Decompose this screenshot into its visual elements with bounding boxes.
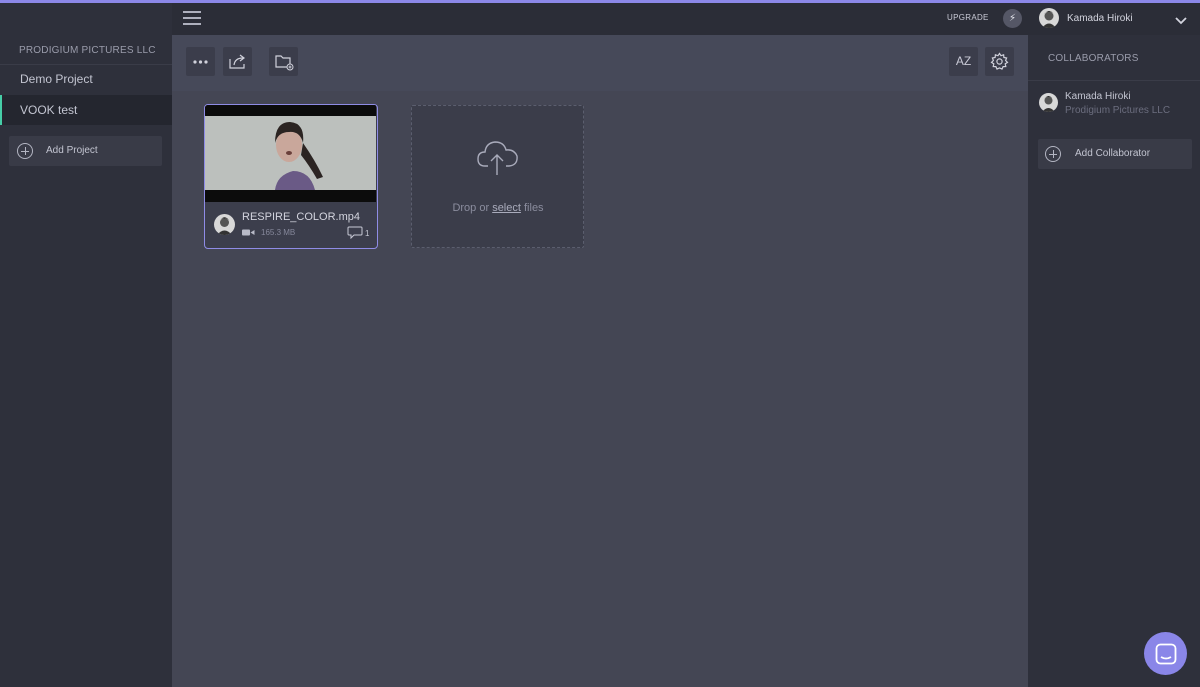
more-button[interactable] (186, 47, 215, 76)
more-icon (193, 60, 208, 64)
add-project-label: Add Project (46, 145, 98, 156)
dropzone-text: Drop or select files (412, 202, 584, 214)
chat-icon (1155, 643, 1177, 665)
share-icon (229, 54, 245, 69)
file-card[interactable]: RESPIRE_COLOR.mp4 165.3 MB 1 (204, 104, 378, 249)
new-folder-button[interactable] (269, 47, 298, 76)
divider (1028, 80, 1200, 81)
comment-count: 1 (365, 229, 370, 238)
collaborator-org: Prodigium Pictures LLC (1065, 105, 1171, 116)
bolt-icon[interactable]: ⚡︎ (1003, 9, 1022, 28)
add-collaborator-button[interactable]: Add Collaborator (1038, 139, 1192, 169)
sidebar-item-vook-test[interactable]: VOOK test (0, 95, 172, 125)
comment-icon[interactable] (347, 226, 363, 239)
plus-circle-icon (1045, 146, 1061, 162)
select-files-link[interactable]: select (492, 202, 521, 214)
team-name: PRODIGIUM PICTURES LLC (19, 45, 156, 56)
file-size: 165.3 MB (261, 228, 296, 237)
upgrade-link[interactable]: UPGRADE (947, 13, 989, 22)
sidebar-item-demo-project[interactable]: Demo Project (0, 64, 172, 94)
collaborators-title: COLLABORATORS (1048, 53, 1139, 64)
collaborator-name: Kamada Hiroki (1065, 91, 1131, 102)
cloud-upload-icon (477, 141, 518, 175)
avatar (1039, 93, 1058, 112)
plus-circle-icon (17, 143, 33, 159)
dropzone-suffix: files (524, 202, 544, 214)
upload-dropzone[interactable]: Drop or select files (411, 105, 584, 248)
menu-icon[interactable] (183, 11, 201, 25)
avatar[interactable] (1039, 8, 1059, 28)
gear-icon (990, 52, 1009, 70)
share-button[interactable] (223, 47, 252, 76)
chat-launcher-button[interactable] (1144, 632, 1187, 675)
user-name[interactable]: Kamada Hiroki (1067, 13, 1133, 24)
top-bar: UPGRADE ⚡︎ Kamada Hiroki (172, 3, 1200, 35)
settings-button[interactable] (985, 47, 1014, 76)
sidebar: PRODIGIUM PICTURES LLC Demo Project VOOK… (0, 3, 172, 687)
sort-az-button[interactable]: AZ (949, 47, 978, 76)
toolbar: AZ (172, 35, 1028, 91)
video-camera-icon (242, 229, 255, 236)
new-folder-icon (275, 55, 294, 71)
avatar (214, 214, 235, 235)
file-grid: RESPIRE_COLOR.mp4 165.3 MB 1 Drop or sel… (172, 91, 1028, 687)
video-thumbnail[interactable] (205, 105, 376, 202)
add-collaborator-label: Add Collaborator (1075, 148, 1151, 159)
add-project-button[interactable]: Add Project (9, 136, 162, 166)
file-name: RESPIRE_COLOR.mp4 (242, 211, 360, 223)
chevron-down-icon[interactable] (1175, 13, 1187, 25)
collaborators-panel: COLLABORATORS Kamada Hiroki Prodigium Pi… (1028, 35, 1200, 687)
dropzone-prefix: Drop or (452, 202, 490, 214)
